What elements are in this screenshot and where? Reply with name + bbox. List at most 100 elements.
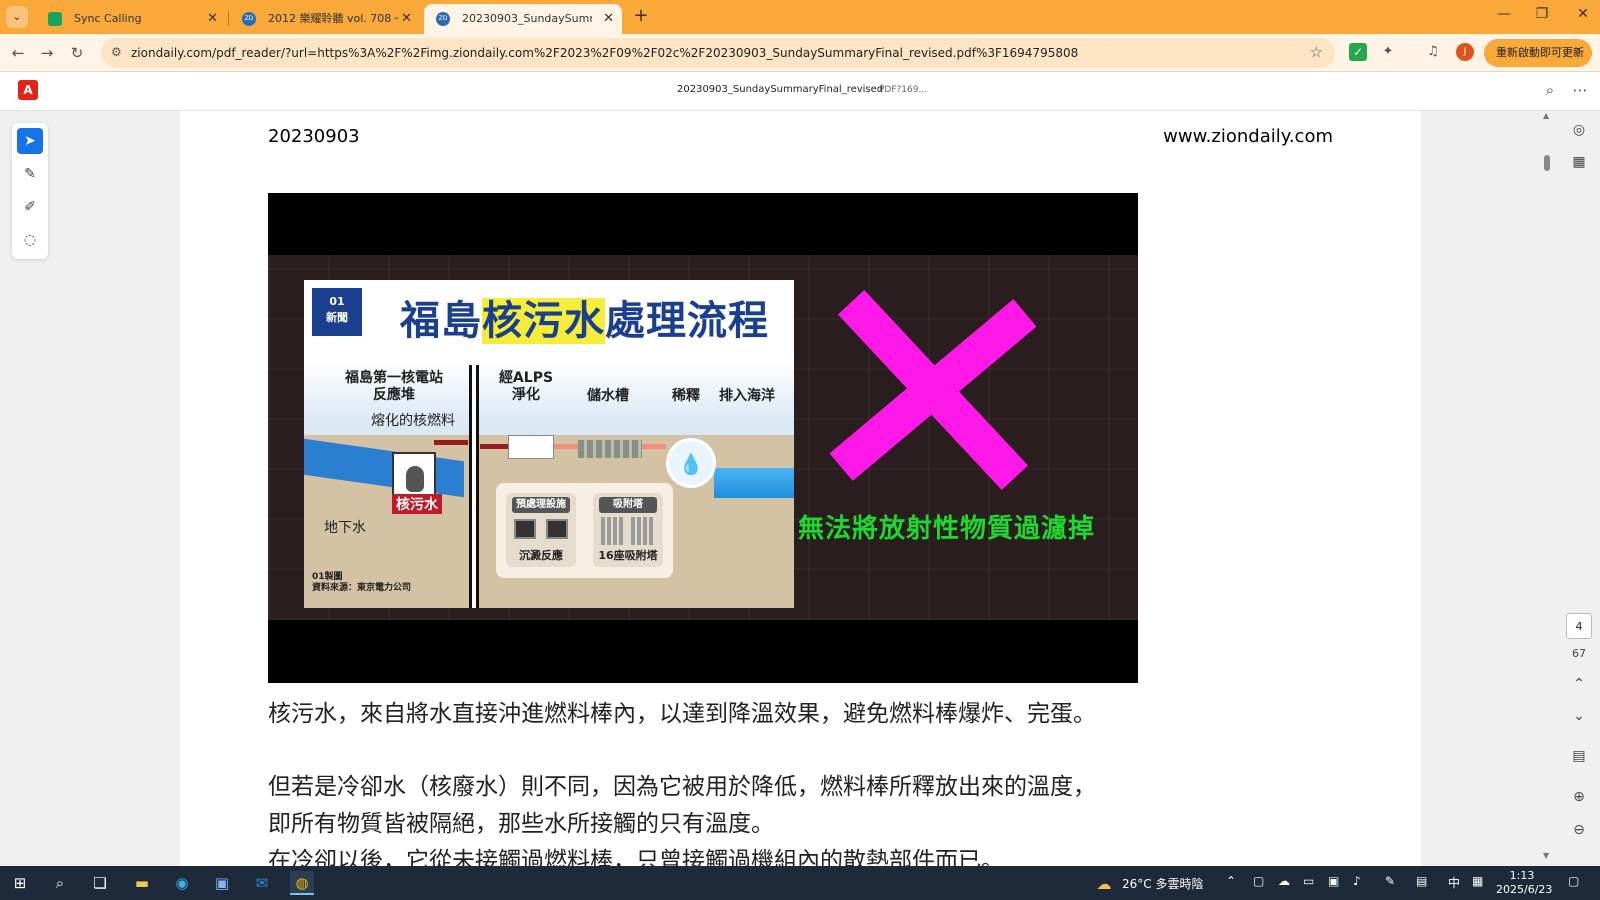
tank-icon xyxy=(514,519,536,539)
close-tab-icon[interactable]: ✕ xyxy=(603,4,614,34)
tab-ziondaily-preview[interactable]: ZD 2012 樂耀聆聽 vol. 708 ── 預覽 ✕ xyxy=(230,4,420,34)
tower-grid-icon xyxy=(601,517,625,545)
discharge-label: 排入海洋 xyxy=(719,388,775,404)
ziondaily-favicon-icon: ZD xyxy=(242,12,256,26)
system-clock[interactable]: 1:13 2025/6/23 xyxy=(1496,869,1552,897)
dilute-label: 稀釋 xyxy=(672,388,700,404)
comment-tool-icon[interactable]: ✎ xyxy=(17,161,43,187)
notification-icon[interactable]: ▢ xyxy=(1568,874,1579,888)
profile-avatar[interactable]: J xyxy=(1456,43,1474,61)
network-icon[interactable]: ▣ xyxy=(1328,874,1339,888)
clock-time: 1:13 xyxy=(1509,869,1535,882)
logo-text: 新聞 xyxy=(326,311,348,324)
battery-icon[interactable]: ▭ xyxy=(1303,874,1314,888)
ime-indicator[interactable]: 中 xyxy=(1448,874,1460,891)
reload-icon[interactable]: ↻ xyxy=(67,43,87,63)
pen-icon[interactable]: ✎ xyxy=(1385,874,1395,888)
windows-taskbar: ⊞ ⌕ ❏ ▬ ◉ ▣ ✉ ◍ ☁ 26°C 多雲時陰 ⌃ ▢ ☁ ▭ ▣ ♪ … xyxy=(0,866,1600,900)
sync-calling-favicon-icon xyxy=(48,12,62,26)
image-caption: 無法將放射性物質過濾掉 xyxy=(798,514,1096,544)
annotation-toolbar: ➤ ✎ ✐ ◌ xyxy=(12,123,48,259)
new-tab-button[interactable]: + xyxy=(631,7,651,27)
pdf-viewer-body: ➤ ✎ ✐ ◌ 20230903 www.ziondaily.com 01 新聞… xyxy=(0,111,1600,866)
weather-cloud-icon: ☁ xyxy=(1096,875,1112,893)
zoom-out-icon[interactable]: ⊖ xyxy=(1568,819,1590,841)
close-tab-icon[interactable]: ✕ xyxy=(207,4,218,34)
close-tab-icon[interactable]: ✕ xyxy=(401,4,412,34)
credit-line: 資料來源：東京電力公司 xyxy=(312,583,412,593)
scroll-down-icon[interactable]: ▼ xyxy=(1543,851,1549,860)
thumbnails-icon[interactable]: ▦ xyxy=(1568,151,1590,173)
storage-label: 儲水槽 xyxy=(587,388,629,404)
tab-title: 20230903_SundaySummaryFinal xyxy=(462,12,592,25)
search-icon[interactable]: ⌕ xyxy=(48,871,72,895)
acrobat-logo-icon: A xyxy=(18,80,38,100)
page-info-icon[interactable]: ▤ xyxy=(1568,745,1590,767)
pretreat-label: 預處理設施 xyxy=(512,497,570,513)
scroll-up-icon[interactable]: ▲ xyxy=(1543,111,1549,120)
search-icon[interactable]: ⌕ xyxy=(1540,81,1560,99)
menu-dots-icon[interactable]: ⋮ xyxy=(1573,39,1584,67)
tab-sync-calling[interactable]: Sync Calling ✕ xyxy=(36,4,226,34)
url-text[interactable]: ziondaily.com/pdf_reader/?url=https%3A%2… xyxy=(131,38,1291,68)
more-options-icon[interactable]: ⋯ xyxy=(1570,81,1590,99)
extension-check-icon[interactable]: ✓ xyxy=(1349,43,1367,61)
media-control-icon[interactable]: ♫ xyxy=(1424,43,1442,61)
update-button[interactable]: 重新啟動即可更新 ⋮ xyxy=(1484,39,1592,67)
ai-assistant-icon[interactable]: ◎ xyxy=(1568,119,1590,141)
zoom-in-icon[interactable]: ⊕ xyxy=(1568,786,1590,808)
ime-mode-icon[interactable]: ▦ xyxy=(1472,874,1483,888)
paragraph: 但若是冷卻水（核廢水）則不同，因為它被用於降低，燃料棒所釋放出來的溫度， xyxy=(268,774,1096,800)
scrollbar-thumb[interactable] xyxy=(1544,155,1550,171)
title-part: 福島 xyxy=(400,298,482,344)
document-title: 20230903_SundaySummaryFinal_revised xyxy=(677,84,884,95)
select-tool-icon[interactable]: ➤ xyxy=(17,128,43,154)
file-explorer-icon[interactable]: ▬ xyxy=(130,871,154,895)
page-number-input[interactable]: 4 xyxy=(1566,613,1592,639)
volume-icon[interactable]: ♪ xyxy=(1353,874,1361,888)
meet-icon[interactable]: ▢ xyxy=(1253,874,1264,888)
storage-tanks xyxy=(578,440,642,458)
site-info-icon[interactable]: ⚙ xyxy=(111,45,122,59)
address-bar[interactable]: ⚙ ziondaily.com/pdf_reader/?url=https%3A… xyxy=(101,38,1335,68)
alps-facility xyxy=(508,435,554,459)
task-view-icon[interactable]: ❏ xyxy=(88,871,112,895)
paragraph: 核污水，來自將水直接沖進燃料棒內，以達到降溫效果，避免燃料棒爆炸、完蛋。 xyxy=(268,701,1096,727)
bookmark-star-icon[interactable]: ☆ xyxy=(1310,43,1323,61)
chevron-up-icon[interactable]: ⌃ xyxy=(1568,673,1590,695)
chevron-down-icon[interactable]: ⌄ xyxy=(1568,705,1590,727)
restore-button[interactable]: ❐ xyxy=(1527,6,1557,22)
back-icon[interactable]: ← xyxy=(8,43,28,63)
tank-icon xyxy=(546,519,568,539)
reactor-label: 福島第一核電站 反應堆 xyxy=(334,370,454,404)
title-highlight: 核污水 xyxy=(482,298,605,344)
label-line: 淨化 xyxy=(512,387,540,403)
store-icon[interactable]: ▣ xyxy=(210,871,234,895)
water-drop-icon: 💧 xyxy=(666,438,716,488)
keyboard-icon[interactable]: ▤ xyxy=(1416,874,1427,888)
draw-tool-icon[interactable]: ✐ xyxy=(17,194,43,220)
minimize-button[interactable]: — xyxy=(1489,6,1519,22)
weather-text[interactable]: 26°C 多雲時陰 xyxy=(1122,875,1203,892)
close-window-button[interactable]: ✕ xyxy=(1568,6,1598,22)
infographic-credit: 01製圖 資料來源：東京電力公司 xyxy=(312,572,411,594)
edge-icon[interactable]: ◉ xyxy=(170,871,194,895)
paragraph: 即所有物質皆被隔絕，那些水所接觸的只有溫度。 xyxy=(268,811,774,837)
windows-start-icon[interactable]: ⊞ xyxy=(8,871,32,895)
lasso-tool-icon[interactable]: ◌ xyxy=(17,227,43,253)
tab-strip: ⌄ Sync Calling ✕ ZD 2012 樂耀聆聽 vol. 708 ─… xyxy=(0,0,1600,34)
show-hidden-icons-icon[interactable]: ⌃ xyxy=(1226,874,1236,888)
alps-label: 經ALPS 淨化 xyxy=(494,370,558,404)
forward-icon[interactable]: → xyxy=(37,43,57,63)
onedrive-icon[interactable]: ☁ xyxy=(1278,874,1290,888)
credit-line: 01製圖 xyxy=(312,572,343,582)
tab-pdf-active[interactable]: ZD 20230903_SundaySummaryFinal ✕ xyxy=(424,4,622,34)
chrome-icon[interactable]: ◍ xyxy=(290,871,314,895)
hk01-logo: 01 新聞 xyxy=(312,288,362,336)
extensions-puzzle-icon[interactable]: ✦ xyxy=(1379,43,1397,61)
treatment-callout: 預處理設施 沉澱反應 吸附塔 16座吸附塔 xyxy=(496,483,673,578)
label-line: 經ALPS xyxy=(498,370,554,386)
title-part: 處理流程 xyxy=(605,298,769,344)
tab-search-button[interactable]: ⌄ xyxy=(6,6,28,28)
outlook-icon[interactable]: ✉ xyxy=(250,871,274,895)
